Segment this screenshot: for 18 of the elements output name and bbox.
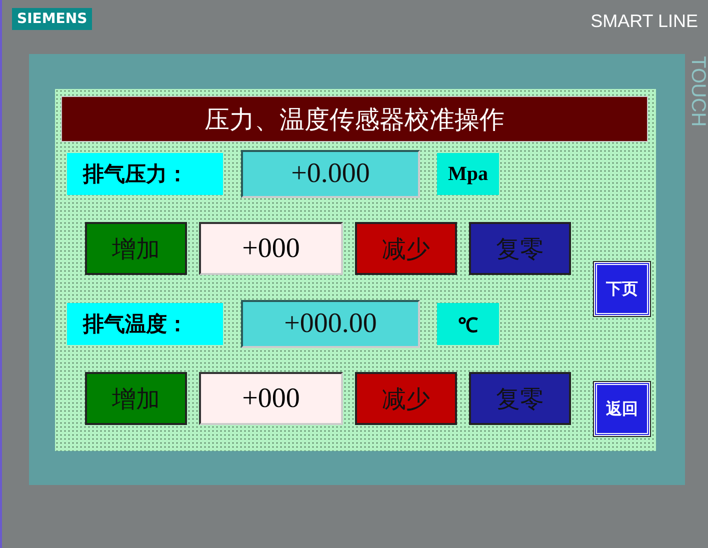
setpoint-field[interactable]: +000 — [199, 222, 343, 275]
touch-label: TOUCH — [686, 56, 708, 127]
nav-button[interactable]: 下页 — [594, 262, 650, 316]
value-display: +0.000 — [241, 150, 420, 198]
increase-button[interactable]: 增加 — [85, 222, 187, 275]
model-label: SMART LINE — [590, 10, 698, 32]
field-label: 排气温度： — [67, 303, 223, 345]
decrease-button[interactable]: 减少 — [355, 222, 457, 275]
field-label: 排气压力： — [67, 153, 223, 195]
unit-label: Mpa — [437, 153, 499, 195]
decrease-button[interactable]: 减少 — [355, 372, 457, 425]
screen-title: 压力、温度传感器校准操作 — [61, 96, 648, 142]
value-display: +000.00 — [241, 300, 420, 348]
brand-logo: SIEMENS — [12, 8, 92, 30]
increase-button[interactable]: 增加 — [85, 372, 187, 425]
unit-label: ℃ — [437, 303, 499, 345]
setpoint-field[interactable]: +000 — [199, 372, 343, 425]
nav-button[interactable]: 返回 — [594, 382, 650, 436]
